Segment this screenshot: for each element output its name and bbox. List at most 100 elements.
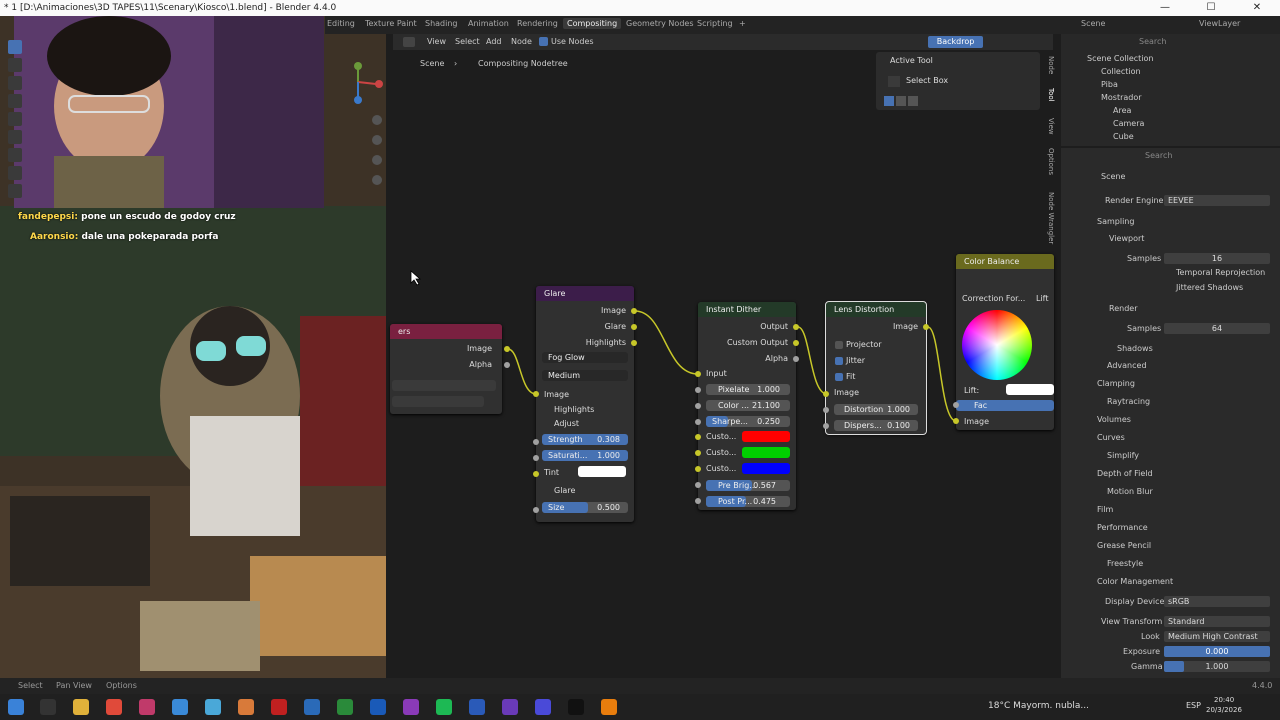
fac-field[interactable]: Fac bbox=[956, 400, 1054, 411]
outliner-item[interactable]: Piba bbox=[1101, 80, 1118, 89]
glare-type-dropdown[interactable]: Fog Glow bbox=[542, 352, 628, 363]
socket-glare[interactable] bbox=[631, 324, 637, 330]
gamma-field[interactable]: 1.000 bbox=[1164, 661, 1270, 672]
app-icon[interactable] bbox=[271, 699, 287, 715]
menu-view[interactable]: View bbox=[427, 37, 446, 46]
glare-quality-dropdown[interactable]: Medium bbox=[542, 370, 628, 381]
menu-select[interactable]: Select bbox=[455, 37, 480, 46]
editor-type-icon[interactable] bbox=[403, 37, 415, 47]
viewport-gizmo[interactable] bbox=[344, 60, 384, 190]
jittered-shadows[interactable]: Jittered Shadows bbox=[1176, 283, 1243, 292]
tab-texture-paint[interactable]: Texture Paint bbox=[365, 19, 417, 28]
start-icon[interactable] bbox=[8, 699, 24, 715]
socket-saturation[interactable] bbox=[533, 455, 539, 461]
maximize-button[interactable]: ☐ bbox=[1188, 0, 1234, 16]
lens-distortion-node[interactable]: Lens Distortion Image Projector Jitter F… bbox=[825, 301, 927, 435]
freestyle-panel[interactable]: Freestyle bbox=[1107, 559, 1143, 568]
opera-icon[interactable] bbox=[139, 699, 155, 715]
color-management-panel[interactable]: Color Management bbox=[1097, 577, 1173, 586]
dither-pixelate-field[interactable]: Pixelate 1.000 bbox=[706, 384, 790, 395]
mode-set-icon[interactable] bbox=[884, 96, 894, 106]
partial-node[interactable]: ers Image Alpha bbox=[390, 324, 502, 414]
curves-panel[interactable]: Curves bbox=[1097, 433, 1125, 442]
mode-subtract-icon[interactable] bbox=[908, 96, 918, 106]
socket-alpha[interactable] bbox=[504, 362, 510, 368]
socket-image[interactable] bbox=[533, 391, 539, 397]
socket-alpha[interactable] bbox=[793, 356, 799, 362]
select-tool-icon[interactable] bbox=[8, 40, 22, 54]
render-subpanel[interactable]: Render bbox=[1109, 304, 1137, 313]
motion-blur-panel[interactable]: Motion Blur bbox=[1107, 487, 1153, 496]
mode-extend-icon[interactable] bbox=[896, 96, 906, 106]
socket-prebright[interactable] bbox=[695, 482, 701, 488]
dither-custom1-swatch[interactable] bbox=[742, 431, 790, 442]
scale-tool-icon[interactable] bbox=[8, 112, 22, 126]
minimize-button[interactable]: — bbox=[1142, 0, 1188, 16]
socket-size[interactable] bbox=[533, 507, 539, 513]
projector-checkbox[interactable] bbox=[835, 341, 843, 349]
outliner-item[interactable]: Collection bbox=[1101, 67, 1141, 76]
viewport-subpanel[interactable]: Viewport bbox=[1109, 234, 1144, 243]
dither-sharpen-field[interactable]: Sharpe... 0.250 bbox=[706, 416, 790, 427]
socket-output[interactable] bbox=[793, 324, 799, 330]
socket-input[interactable] bbox=[695, 371, 701, 377]
tab-compositing[interactable]: Compositing bbox=[563, 18, 622, 29]
add-workspace-button[interactable]: + bbox=[739, 19, 746, 28]
socket-distortion[interactable] bbox=[823, 407, 829, 413]
measure-tool-icon[interactable] bbox=[8, 166, 22, 180]
add-cube-tool-icon[interactable] bbox=[8, 184, 22, 198]
dither-custom3-swatch[interactable] bbox=[742, 463, 790, 474]
performance-panel[interactable]: Performance bbox=[1097, 523, 1148, 532]
socket-image[interactable] bbox=[923, 324, 929, 330]
tab-node-wrangler[interactable]: Node Wrangler bbox=[1043, 192, 1055, 244]
close-button[interactable]: ✕ bbox=[1234, 0, 1280, 16]
socket-tint[interactable] bbox=[533, 471, 539, 477]
outliner-item[interactable]: Mostrador bbox=[1101, 93, 1142, 102]
outliner-item[interactable]: Camera bbox=[1113, 119, 1144, 128]
search-icon[interactable] bbox=[40, 699, 56, 715]
tab-scripting[interactable]: Scripting bbox=[697, 19, 733, 28]
file-explorer-icon[interactable] bbox=[73, 699, 89, 715]
partial-dropdown[interactable] bbox=[392, 396, 484, 407]
app-icon[interactable] bbox=[502, 699, 518, 715]
distortion-field[interactable]: Distortion 1.000 bbox=[834, 404, 918, 415]
socket-custom3[interactable] bbox=[695, 466, 701, 472]
tab-tool[interactable]: Tool bbox=[1043, 88, 1055, 102]
grease-pencil-panel[interactable]: Grease Pencil bbox=[1097, 541, 1151, 550]
menu-node[interactable]: Node bbox=[511, 37, 532, 46]
menu-add[interactable]: Add bbox=[486, 37, 502, 46]
blender-icon[interactable] bbox=[601, 699, 617, 715]
spotify-icon[interactable] bbox=[436, 699, 452, 715]
firefox-icon[interactable] bbox=[238, 699, 254, 715]
clamping-panel[interactable]: Clamping bbox=[1097, 379, 1135, 388]
socket-highlights[interactable] bbox=[631, 340, 637, 346]
dither-custom2-swatch[interactable] bbox=[742, 447, 790, 458]
view-layer-selector[interactable]: ViewLayer bbox=[1199, 19, 1240, 28]
select-box-icon[interactable] bbox=[888, 76, 900, 87]
socket-pixelate[interactable] bbox=[695, 387, 701, 393]
socket-fac[interactable] bbox=[953, 402, 959, 408]
socket-image[interactable] bbox=[823, 391, 829, 397]
lift-color-wheel[interactable] bbox=[962, 310, 1032, 380]
socket-color[interactable] bbox=[695, 403, 701, 409]
vscode-icon[interactable] bbox=[370, 699, 386, 715]
outliner-item[interactable]: Cube bbox=[1113, 132, 1134, 141]
socket-dispersion[interactable] bbox=[823, 423, 829, 429]
tab-geometry-nodes[interactable]: Geometry Nodes bbox=[626, 19, 693, 28]
tab-node[interactable]: Node bbox=[1043, 56, 1055, 74]
pycharm-icon[interactable] bbox=[337, 699, 353, 715]
transform-tool-icon[interactable] bbox=[8, 130, 22, 144]
scene-collection[interactable]: Scene Collection bbox=[1087, 54, 1154, 63]
film-panel[interactable]: Film bbox=[1097, 505, 1113, 514]
socket-postpr[interactable] bbox=[695, 498, 701, 504]
render-engine-dropdown[interactable]: EEVEE bbox=[1164, 195, 1270, 206]
outliner-search[interactable]: Search bbox=[1139, 37, 1166, 46]
sampling-panel[interactable]: Sampling bbox=[1097, 217, 1134, 226]
glare-saturation-field[interactable]: Saturati... 1.000 bbox=[542, 450, 628, 461]
raytracing-panel[interactable]: Raytracing bbox=[1107, 397, 1150, 406]
simplify-panel[interactable]: Simplify bbox=[1107, 451, 1139, 460]
language-indicator[interactable]: ESP bbox=[1186, 701, 1201, 710]
dither-color-field[interactable]: Color ... 21.100 bbox=[706, 400, 790, 411]
socket-image[interactable] bbox=[631, 308, 637, 314]
partial-image-field[interactable] bbox=[392, 380, 496, 391]
